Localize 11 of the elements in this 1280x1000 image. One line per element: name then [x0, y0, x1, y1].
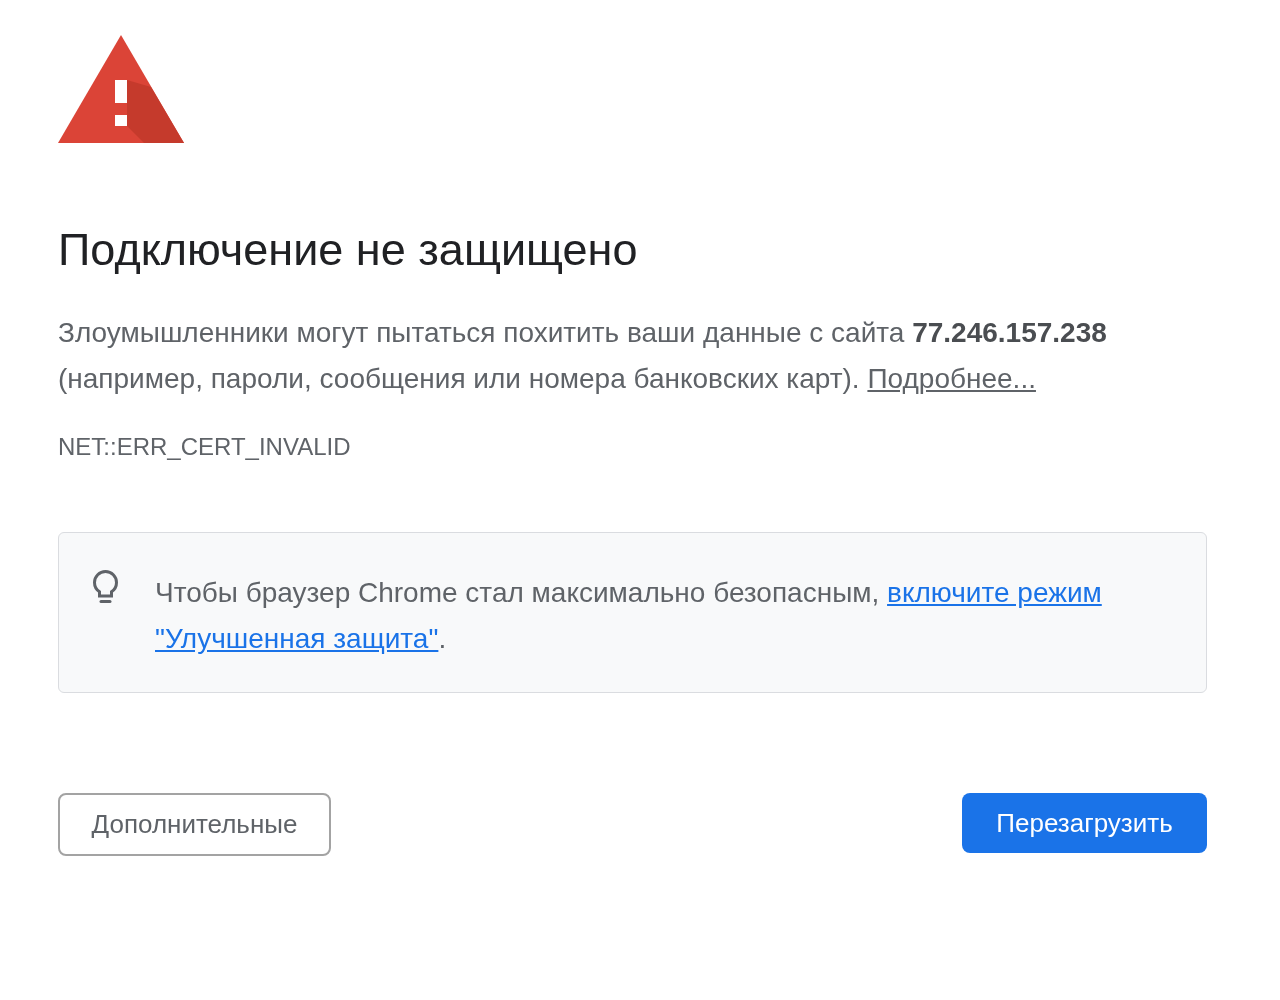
warning-message: Злоумышленники могут пытаться похитить ваши данные с сайта 77.246.157.238 (например, пароли, сообщения или номера банковских карт). Подробнее...	[58, 316, 1108, 396]
reload-button[interactable]: Перезагрузить	[962, 793, 1207, 853]
enhanced-protection-link[interactable]: включите режим	[887, 577, 1102, 608]
warning-icon	[58, 35, 184, 143]
enhanced-protection-link[interactable]: "Улучшенная защита"	[155, 623, 439, 654]
tip-text: Чтобы браузер Chrome стал максимально безопасным, включите режим "Улучшенная защита".	[155, 576, 1103, 656]
advanced-button[interactable]: Дополнительные	[58, 793, 331, 856]
learn-more-link[interactable]: Подробнее...	[867, 363, 1036, 394]
lightbulb-icon	[93, 570, 118, 604]
error-code: NET::ERR_CERT_INVALID	[58, 432, 351, 462]
page-title: Подключение не защищено	[58, 225, 639, 275]
